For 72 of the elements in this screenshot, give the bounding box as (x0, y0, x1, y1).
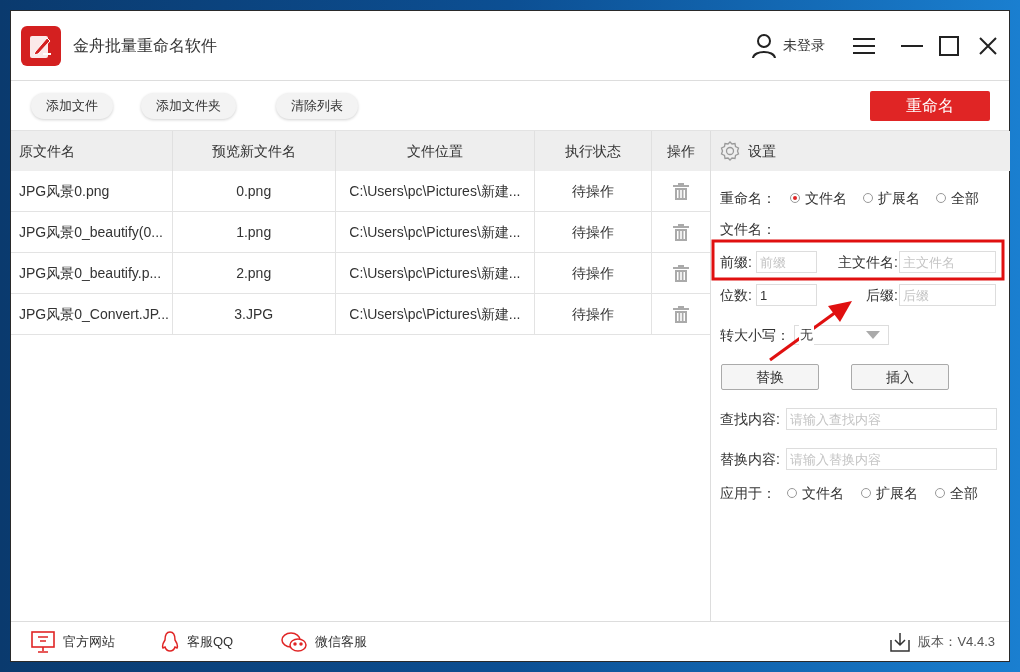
field-label: 前缀: (720, 252, 753, 272)
radio-label[interactable]: 文件名 (805, 187, 847, 209)
case-dropdown[interactable]: 无 (794, 325, 889, 345)
field-label: 文件名： (720, 219, 776, 239)
footer-link[interactable]: 客服QQ (187, 631, 234, 652)
table-cell: C:\Users\pc\Pictures\新建... (335, 171, 536, 211)
table-cell: 待操作 (535, 212, 653, 252)
table-cell: C:\Users\pc\Pictures\新建... (335, 253, 536, 293)
table-cell: C:\Users\pc\Pictures\新建... (335, 212, 536, 252)
table-cell: 0.png (172, 171, 336, 211)
action-button[interactable]: 插入 (851, 364, 949, 390)
action-button[interactable]: 替换 (721, 364, 819, 390)
close-icon[interactable] (979, 36, 997, 55)
table-cell: 1.png (172, 212, 336, 252)
login-status[interactable]: 未登录 (783, 35, 825, 56)
radio-label[interactable]: 全部 (951, 187, 979, 209)
table-cell: 2.png (172, 253, 336, 293)
radio-label[interactable]: 文件名 (802, 482, 844, 504)
text-field[interactable]: 主文件名 (899, 251, 996, 273)
table-cell: JPG风景0.png (11, 171, 173, 211)
rename-button[interactable]: 重命名 (870, 90, 990, 121)
table-cell: JPG风景0_Convert.JP... (11, 294, 173, 334)
text-field[interactable]: 后缀 (899, 284, 996, 306)
radio-label[interactable]: 扩展名 (878, 187, 920, 209)
download-icon[interactable] (890, 631, 911, 652)
toolbar-button[interactable]: 添加文件 (31, 92, 113, 119)
trash-icon[interactable] (673, 182, 690, 200)
field-label: 替换内容: (720, 449, 781, 469)
field-label: 重命名： (720, 188, 777, 208)
chat-bubbles-icon[interactable] (281, 630, 308, 653)
field-label: 位数: (720, 285, 753, 305)
table-cell: 待操作 (535, 171, 653, 211)
table-cell: JPG风景0_beautify(0... (11, 212, 173, 252)
app-logo-icon (21, 25, 61, 66)
minimize-icon[interactable] (901, 43, 923, 48)
field-label: 主文件名: (837, 252, 899, 272)
table-cell: 待操作 (535, 294, 653, 334)
column-header: 执行状态 (565, 141, 622, 161)
column-header: 预览新文件名 (211, 141, 296, 161)
table-cell: C:\Users\pc\Pictures\新建... (335, 294, 536, 334)
footer-link[interactable]: 官方网站 (63, 631, 115, 652)
trash-icon[interactable] (673, 264, 690, 282)
footer-link[interactable]: 微信客服 (315, 631, 368, 652)
field-label: 查找内容: (720, 409, 781, 429)
version-label: 版本：V4.4.3 (918, 632, 995, 651)
table-cell: JPG风景0_beautify.p... (11, 253, 173, 293)
monitor-icon[interactable] (31, 630, 55, 653)
settings-icon (720, 141, 740, 161)
panel-title: 设置 (748, 141, 776, 161)
column-header: 操作 (667, 141, 696, 161)
column-header: 文件位置 (406, 141, 463, 161)
field-label: 后缀: (865, 285, 899, 305)
table-cell: 待操作 (535, 253, 653, 293)
radio-label[interactable]: 全部 (950, 482, 978, 504)
window-title: 金舟批量重命名软件 (73, 35, 217, 56)
text-field[interactable]: 1 (756, 284, 817, 306)
dropdown-caret-icon (866, 331, 880, 339)
trash-icon[interactable] (673, 305, 690, 323)
column-header: 原文件名 (19, 141, 75, 161)
trash-icon[interactable] (673, 223, 690, 241)
dropdown-value: 无 (799, 325, 814, 345)
text-field[interactable]: 前缀 (756, 251, 817, 273)
toolbar-button[interactable]: 清除列表 (276, 92, 358, 119)
field-label: 转大小写： (720, 325, 791, 345)
menu-icon[interactable] (853, 36, 875, 55)
field-label: 应用于： (720, 483, 777, 503)
maximize-icon[interactable] (939, 35, 959, 56)
toolbar-button[interactable]: 添加文件夹 (141, 92, 236, 119)
penguin-icon[interactable] (161, 630, 179, 653)
table-cell: 3.JPG (172, 294, 336, 334)
user-icon[interactable] (751, 32, 777, 59)
radio-label[interactable]: 扩展名 (876, 482, 918, 504)
